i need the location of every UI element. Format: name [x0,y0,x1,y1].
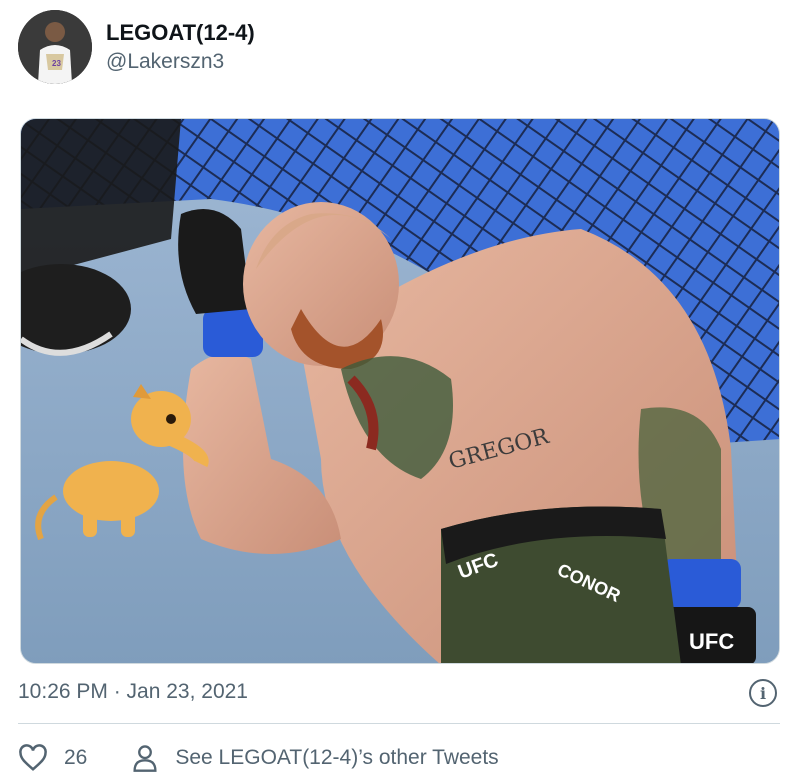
avatar[interactable]: 23 [18,10,92,84]
person-icon[interactable] [131,743,161,773]
glove-text: UFC [689,629,734,654]
user-handle[interactable]: @Lakerszn3 [106,49,255,75]
tweet-actions: 26 See LEGOAT(12-4)’s other Tweets [18,740,499,776]
display-name[interactable]: LEGOAT(12-4) [106,19,255,47]
tweet-card: 23 LEGOAT(12-4) @Lakerszn3 GREGOR UFC UF… [0,0,800,783]
heart-icon[interactable] [18,743,48,773]
avatar-photo-icon: 23 [18,10,92,84]
tweet-timestamp[interactable]: 10:26 PM · Jan 23, 2021 [18,678,248,706]
fighter-photo: GREGOR UFC UFC CONOR [21,119,779,663]
info-icon[interactable]: i [749,679,777,707]
author-names: LEGOAT(12-4) @Lakerszn3 [106,19,255,75]
divider [18,723,780,724]
svg-text:23: 23 [52,59,61,68]
see-other-tweets-link[interactable]: See LEGOAT(12-4)’s other Tweets [175,746,498,770]
tweet-header: 23 LEGOAT(12-4) @Lakerszn3 [18,10,255,84]
like-count[interactable]: 26 [64,746,87,770]
tweet-photo[interactable]: GREGOR UFC UFC CONOR [20,118,780,664]
